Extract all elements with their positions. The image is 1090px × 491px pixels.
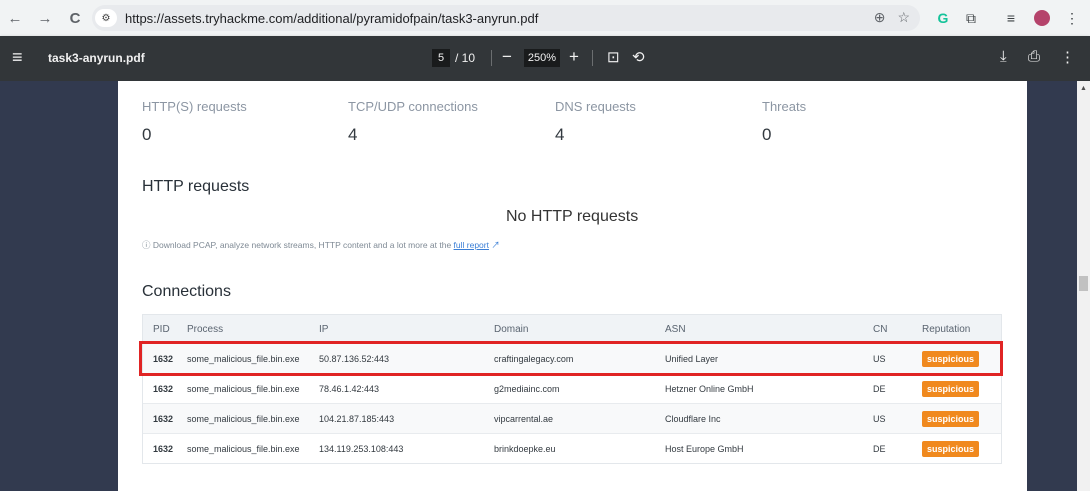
profile-avatar-icon[interactable] bbox=[1032, 8, 1052, 28]
col-pid: PID bbox=[153, 323, 170, 335]
pdf-viewer-area: HTTP(S) requests 0 TCP/UDP connections 4… bbox=[0, 81, 1090, 491]
pdf-title: task3-anyrun.pdf bbox=[48, 51, 145, 65]
reputation-badge: suspicious bbox=[922, 440, 980, 457]
stat-label-tcp: TCP/UDP connections bbox=[348, 99, 478, 114]
table-row[interactable]: 1632 some_malicious_file.bin.exe 104.21.… bbox=[143, 403, 1001, 433]
cell-pid: 1632 bbox=[153, 443, 174, 454]
stat-value-threats: 0 bbox=[762, 125, 772, 144]
reputation-badge: suspicious bbox=[922, 380, 980, 397]
site-info-icon[interactable]: ⚙ bbox=[95, 9, 117, 27]
cell-cn: DE bbox=[873, 383, 886, 394]
no-http-requests-text: No HTTP requests bbox=[506, 208, 639, 225]
sidebar-menu-icon[interactable]: ≡ bbox=[12, 48, 30, 66]
zoom-out-icon[interactable]: − bbox=[502, 47, 512, 67]
table-header: PID Process IP Domain ASN CN Reputation bbox=[143, 315, 1001, 343]
scroll-up-arrow-icon[interactable]: ▲ bbox=[1080, 85, 1087, 92]
info-text: Download PCAP, analyze network streams, … bbox=[152, 240, 454, 250]
cell-process: some_malicious_file.bin.exe bbox=[187, 443, 300, 454]
table-row[interactable]: 1632 some_malicious_file.bin.exe 50.87.1… bbox=[143, 343, 1001, 373]
col-process: Process bbox=[187, 323, 224, 335]
stat-label-http: HTTP(S) requests bbox=[142, 99, 247, 114]
address-bar[interactable]: ⚙ https://assets.tryhackme.com/additiona… bbox=[92, 5, 920, 31]
cell-process: some_malicious_file.bin.exe bbox=[187, 353, 300, 364]
pdf-toolbar: ≡ task3-anyrun.pdf 5 / 10 − 250% + ⊡ ⟲ ⤓… bbox=[0, 36, 1090, 81]
browser-menu-icon[interactable]: ⋮ bbox=[1062, 8, 1082, 28]
stat-value-http: 0 bbox=[142, 125, 152, 144]
zoom-input[interactable]: 250% bbox=[524, 49, 560, 67]
divider bbox=[491, 50, 492, 66]
cell-asn: Hetzner Online GmbH bbox=[665, 383, 754, 394]
back-icon[interactable]: ← bbox=[4, 7, 26, 29]
bookmark-star-icon[interactable]: ☆ bbox=[897, 9, 910, 26]
col-ip: IP bbox=[319, 323, 329, 335]
reputation-badge: suspicious bbox=[922, 350, 980, 367]
cell-pid: 1632 bbox=[153, 353, 174, 364]
fit-page-icon[interactable]: ⊡ bbox=[607, 48, 620, 66]
cell-ip: 104.21.87.185:443 bbox=[319, 413, 395, 424]
cell-asn: Unified Layer bbox=[665, 353, 719, 364]
connections-table: PID Process IP Domain ASN CN Reputation … bbox=[142, 314, 1002, 464]
page-total: / 10 bbox=[455, 51, 476, 65]
cell-asn: Cloudflare Inc bbox=[665, 413, 721, 424]
cell-ip: 78.46.1.42:443 bbox=[319, 383, 380, 394]
pdf-page: HTTP(S) requests 0 TCP/UDP connections 4… bbox=[118, 81, 1027, 491]
rotate-icon[interactable]: ⟲ bbox=[632, 48, 645, 66]
col-asn: ASN bbox=[665, 323, 686, 335]
url-text[interactable]: https://assets.tryhackme.com/additional/… bbox=[125, 11, 538, 26]
stat-label-threats: Threats bbox=[762, 99, 807, 114]
col-domain: Domain bbox=[494, 323, 529, 335]
table-row[interactable]: 1632 some_malicious_file.bin.exe 78.46.1… bbox=[143, 373, 1001, 403]
info-note: ⓘ Download PCAP, analyze network streams… bbox=[142, 239, 500, 251]
scrollbar[interactable]: ▲ bbox=[1077, 81, 1090, 491]
reputation-badge: suspicious bbox=[922, 410, 980, 427]
reading-list-icon[interactable]: ≡ bbox=[1001, 8, 1021, 28]
table-row[interactable]: 1632 some_malicious_file.bin.exe 134.119… bbox=[143, 433, 1001, 463]
cell-domain: craftingalegacy.com bbox=[494, 353, 574, 364]
cell-domain: brinkdoepke.eu bbox=[494, 443, 556, 454]
reload-icon[interactable]: C bbox=[64, 7, 86, 29]
external-link-icon[interactable]: ↗ bbox=[491, 240, 500, 250]
more-options-icon[interactable]: ⋮ bbox=[1060, 48, 1075, 66]
cell-process: some_malicious_file.bin.exe bbox=[187, 383, 300, 394]
browser-toolbar: ← → C ⚙ https://assets.tryhackme.com/add… bbox=[0, 0, 1090, 36]
zoom-icon[interactable]: ⊕ bbox=[874, 9, 886, 26]
cell-cn: US bbox=[873, 353, 886, 364]
cell-domain: vipcarrental.ae bbox=[494, 413, 554, 424]
print-icon[interactable]: ⎙ bbox=[1028, 48, 1040, 65]
info-icon: ⓘ bbox=[142, 240, 151, 250]
cell-ip: 134.119.253.108:443 bbox=[319, 443, 404, 454]
divider bbox=[592, 50, 593, 66]
grammarly-extension-icon[interactable]: G bbox=[933, 8, 953, 28]
table-body: 1632 some_malicious_file.bin.exe 50.87.1… bbox=[143, 343, 1001, 463]
extensions-icon[interactable]: ⧉ bbox=[961, 8, 981, 28]
forward-icon[interactable]: → bbox=[34, 7, 56, 29]
zoom-in-icon[interactable]: + bbox=[569, 47, 579, 67]
cell-cn: US bbox=[873, 413, 886, 424]
cell-domain: g2mediainc.com bbox=[494, 383, 560, 394]
col-cn: CN bbox=[873, 323, 888, 335]
cell-asn: Host Europe GmbH bbox=[665, 443, 744, 454]
stat-value-dns: 4 bbox=[555, 125, 565, 144]
cell-cn: DE bbox=[873, 443, 886, 454]
connections-heading: Connections bbox=[142, 283, 231, 300]
stat-label-dns: DNS requests bbox=[555, 99, 636, 114]
full-report-link[interactable]: full report bbox=[454, 240, 489, 250]
cell-ip: 50.87.136.52:443 bbox=[319, 353, 390, 364]
download-icon[interactable]: ⤓ bbox=[1000, 48, 1007, 65]
http-requests-heading: HTTP requests bbox=[142, 178, 250, 195]
cell-pid: 1632 bbox=[153, 413, 174, 424]
cell-pid: 1632 bbox=[153, 383, 174, 394]
col-reputation: Reputation bbox=[922, 323, 971, 335]
cell-process: some_malicious_file.bin.exe bbox=[187, 413, 300, 424]
scroll-thumb[interactable] bbox=[1079, 276, 1088, 291]
page-number-input[interactable]: 5 bbox=[432, 49, 450, 67]
stat-value-tcp: 4 bbox=[348, 125, 358, 144]
